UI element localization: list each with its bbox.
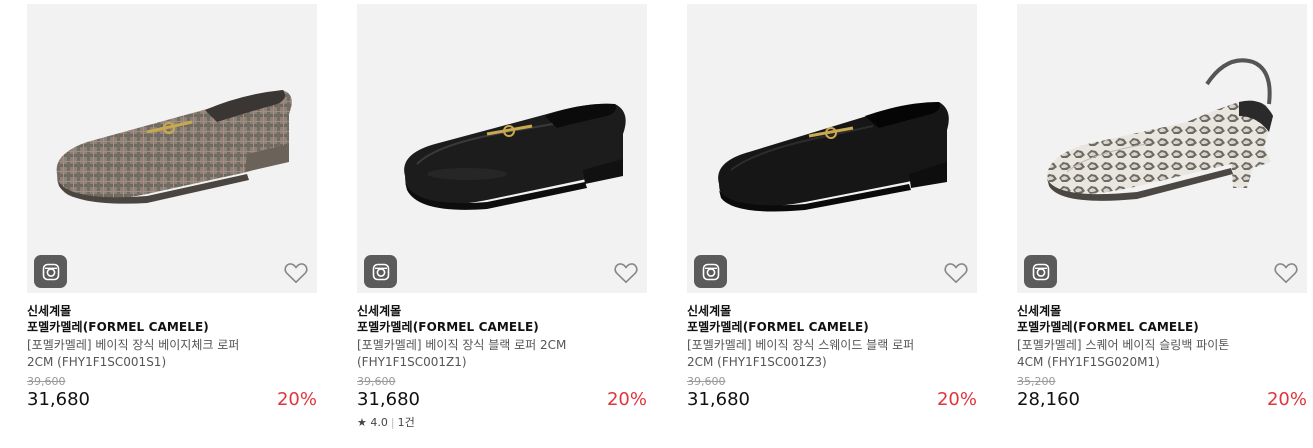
product-name-line[interactable]: 4CM (FHY1F1SG020M1) [1017,354,1287,371]
product-name[interactable]: [포멜카멜레] 베이직 장식 베이지체크 로퍼 2CM (FHY1F1SC001… [27,337,297,371]
product-name-line[interactable]: 2CM (FHY1F1SC001Z3) [687,354,957,371]
product-name-line[interactable]: [포멜카멜레] 스퀘어 베이직 슬링백 파이톤 [1017,337,1287,354]
brand-name[interactable]: 포멜카멜레(FORMEL CAMELE) [687,319,977,336]
instagram-icon [702,263,719,280]
heart-outline-icon [1274,263,1298,284]
review-count: 1건 [397,416,415,429]
product-card[interactable]: 신세계몰 포멜카멜레(FORMEL CAMELE) [포멜카멜레] 스퀘어 베이… [1017,4,1307,411]
product-name[interactable]: [포멜카멜레] 베이직 장식 블랙 로퍼 2CM (FHY1F1SC001Z1) [357,337,627,371]
heart-outline-icon [284,263,308,284]
price-row: 31,680 20% [687,389,977,411]
store-name: 신세계몰 [357,304,402,318]
store-name: 신세계몰 [27,304,72,318]
beige-check-loafer-image [56,90,292,204]
brand-name[interactable]: 포멜카멜레(FORMEL CAMELE) [357,319,647,336]
review-summary[interactable]: ★ 4.0 | 1건 [357,416,647,430]
price-row: 28,160 20% [1017,389,1307,411]
review-separator: | [390,416,395,429]
price-row: 31,680 20% [27,389,317,411]
product-name-line[interactable]: [포멜카멜레] 베이직 장식 블랙 로퍼 2CM [357,337,627,354]
wishlist-button[interactable] [943,260,969,286]
product-image[interactable] [27,4,317,293]
product-card[interactable]: 신세계몰 포멜카멜레(FORMEL CAMELE) [포멜카멜레] 베이직 장식… [27,4,317,411]
instagram-button[interactable] [34,255,67,288]
heart-outline-icon [614,263,638,284]
sale-price: 31,680 [27,389,90,410]
store-name: 신세계몰 [687,304,732,318]
product-name[interactable]: [포멜카멜레] 스퀘어 베이직 슬링백 파이톤 4CM (FHY1F1SG020… [1017,337,1287,371]
instagram-icon [1032,263,1049,280]
store-name: 신세계몰 [1017,304,1062,318]
instagram-button[interactable] [364,255,397,288]
product-name[interactable]: [포멜카멜레] 베이직 장식 스웨이드 블랙 로퍼 2CM (FHY1F1SC0… [687,337,957,371]
product-image[interactable] [687,4,977,293]
python-slingback-image [1047,58,1273,201]
original-price: 39,600 [357,375,396,388]
wishlist-button[interactable] [1273,260,1299,286]
wishlist-button[interactable] [613,260,639,286]
product-name-line[interactable]: (FHY1F1SC001Z1) [357,354,627,371]
price-row: 31,680 20% [357,389,647,411]
discount-rate: 20% [1266,389,1307,410]
product-image[interactable] [357,4,647,293]
brand-name[interactable]: 포멜카멜레(FORMEL CAMELE) [27,319,317,336]
instagram-icon [372,263,389,280]
sale-price: 31,680 [357,389,420,410]
discount-rate: 20% [936,389,977,410]
original-price: 39,600 [687,375,726,388]
original-price: 35,200 [1017,375,1056,388]
sale-price: 31,680 [687,389,750,410]
black-leather-loafer-image [404,103,626,210]
instagram-icon [42,263,59,280]
instagram-button[interactable] [1024,255,1057,288]
product-name-line[interactable]: [포멜카멜레] 베이직 장식 베이지체크 로퍼 [27,337,297,354]
wishlist-button[interactable] [283,260,309,286]
star-icon: ★ [357,416,367,429]
instagram-button[interactable] [694,255,727,288]
discount-rate: 20% [276,389,317,410]
product-name-line[interactable]: [포멜카멜레] 베이직 장식 스웨이드 블랙 로퍼 [687,337,957,354]
rating-value: 4.0 [370,416,388,429]
product-name-line[interactable]: 2CM (FHY1F1SC001S1) [27,354,297,371]
product-card[interactable]: 신세계몰 포멜카멜레(FORMEL CAMELE) [포멜카멜레] 베이직 장식… [357,4,647,430]
product-image[interactable] [1017,4,1307,293]
heart-outline-icon [944,263,968,284]
sale-price: 28,160 [1017,389,1080,410]
black-suede-loafer-image [718,102,949,212]
brand-name[interactable]: 포멜카멜레(FORMEL CAMELE) [1017,319,1307,336]
discount-rate: 20% [606,389,647,410]
original-price: 39,600 [27,375,66,388]
product-card[interactable]: 신세계몰 포멜카멜레(FORMEL CAMELE) [포멜카멜레] 베이직 장식… [687,4,977,411]
